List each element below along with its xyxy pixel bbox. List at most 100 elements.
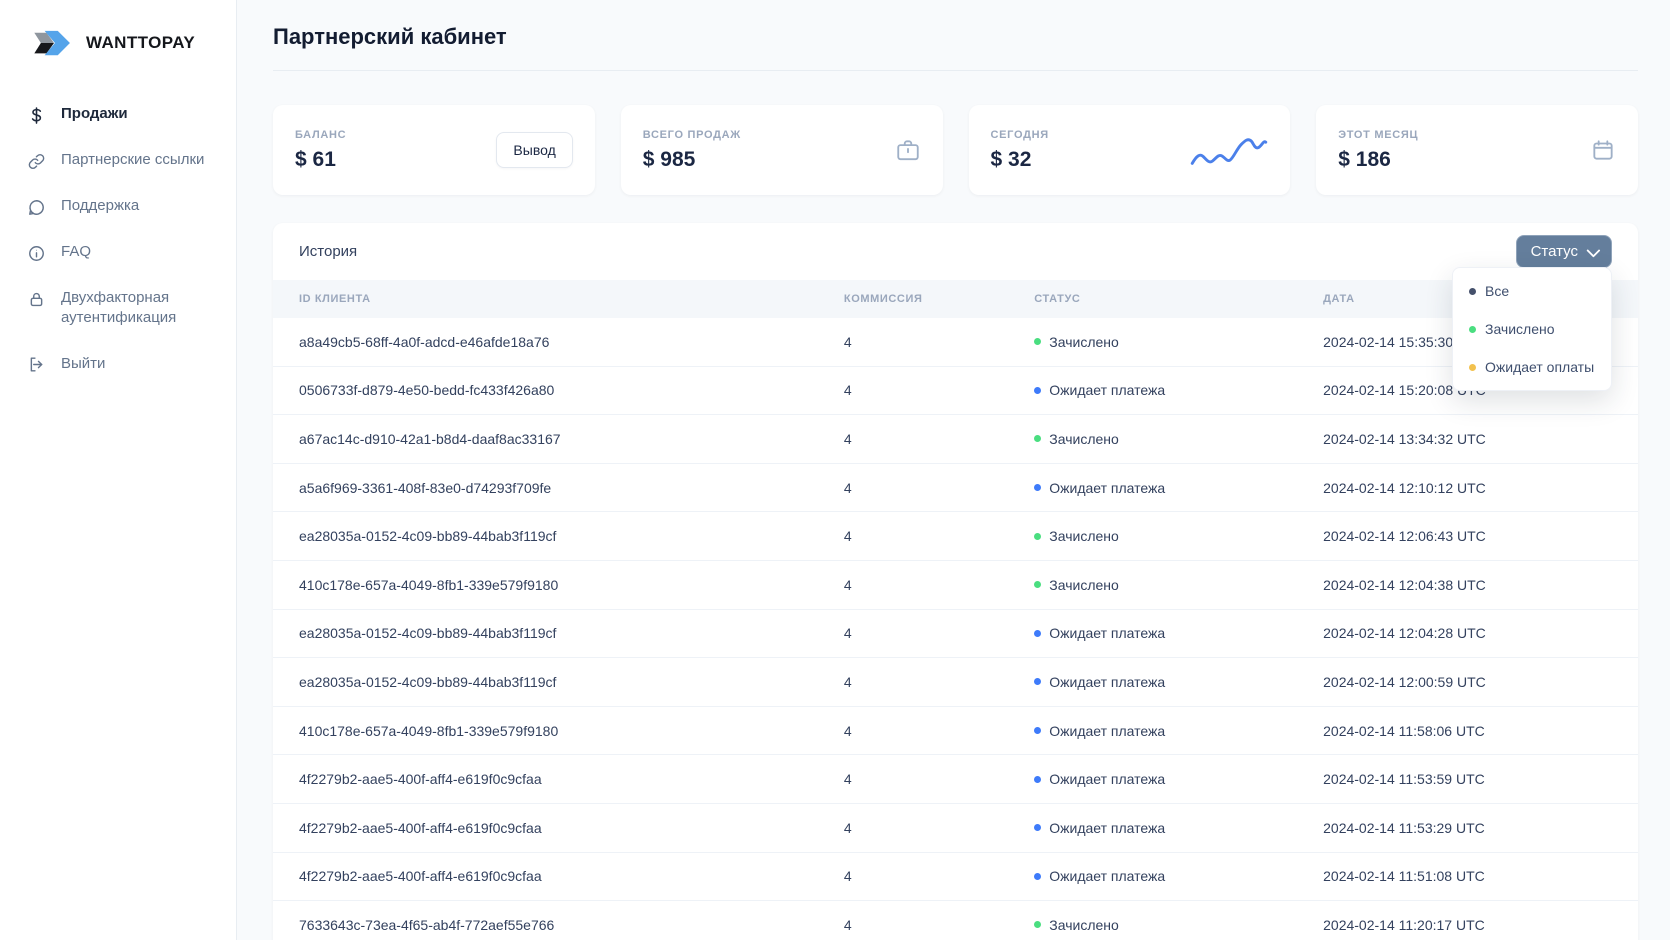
status-cell: Зачислено	[1034, 917, 1323, 933]
status-dot-icon	[1034, 387, 1041, 394]
today-card: СЕГОДНЯ $ 32	[969, 105, 1291, 195]
sidebar-item[interactable]: FAQ	[26, 242, 212, 263]
status-label: Ожидает платежа	[1049, 382, 1165, 398]
sidebar-item-label: Продажи	[61, 104, 128, 124]
status-label: Ожидает платежа	[1049, 771, 1165, 787]
brand-logo[interactable]: WANTTOPAY	[32, 28, 212, 58]
status-cell: Ожидает платежа	[1034, 625, 1323, 641]
table-row[interactable]: ea28035a-0152-4c09-bb89-44bab3f119cf 4 О…	[273, 658, 1638, 707]
lock-icon	[26, 289, 46, 309]
withdraw-button[interactable]: Вывод	[496, 132, 572, 168]
commission-cell: 4	[844, 723, 1034, 739]
dropdown-option[interactable]: Все	[1453, 272, 1611, 310]
wanttopay-logo-icon	[32, 28, 76, 58]
sidebar-item-label: Партнерские ссылки	[61, 150, 204, 170]
this-month-value: $ 186	[1338, 148, 1418, 172]
commission-cell: 4	[844, 480, 1034, 496]
status-label: Ожидает платежа	[1049, 625, 1165, 641]
commission-cell: 4	[844, 674, 1034, 690]
date-cell: 2024-02-14 12:06:43 UTC	[1323, 528, 1612, 544]
dropdown-option-label: Зачислено	[1485, 321, 1555, 337]
status-dot-icon	[1034, 824, 1041, 831]
sidebar-item[interactable]: Выйти	[26, 354, 212, 375]
stats-row: БАЛАНС $ 61 Вывод ВСЕГО ПРОДАЖ $ 985	[273, 105, 1638, 195]
dropdown-option[interactable]: Ожидает оплаты	[1453, 348, 1611, 386]
today-value: $ 32	[991, 148, 1049, 172]
history-card: История Статус Все Зачислено	[273, 223, 1638, 940]
chevron-down-icon	[1586, 243, 1600, 257]
dropdown-option[interactable]: Зачислено	[1453, 310, 1611, 348]
table-row[interactable]: 4f2279b2-aae5-400f-aff4-e619f0c9cfaa 4 О…	[273, 755, 1638, 804]
client-id-cell: 7633643c-73ea-4f65-ab4f-772aef55e766	[299, 917, 844, 933]
date-cell: 2024-02-14 12:00:59 UTC	[1323, 674, 1612, 690]
table-row[interactable]: ea28035a-0152-4c09-bb89-44bab3f119cf 4 З…	[273, 512, 1638, 561]
client-id-cell: ea28035a-0152-4c09-bb89-44bab3f119cf	[299, 674, 844, 690]
table-row[interactable]: 410c178e-657a-4049-8fb1-339e579f9180 4 О…	[273, 707, 1638, 756]
status-label: Зачислено	[1049, 917, 1119, 933]
status-cell: Зачислено	[1034, 577, 1323, 593]
client-id-cell: a8a49cb5-68ff-4a0f-adcd-e46afde18a76	[299, 334, 844, 350]
balance-value: $ 61	[295, 148, 346, 172]
client-id-cell: 410c178e-657a-4049-8fb1-339e579f9180	[299, 723, 844, 739]
date-cell: 2024-02-14 11:53:29 UTC	[1323, 820, 1612, 836]
status-label: Зачислено	[1049, 334, 1119, 350]
status-dot-icon	[1034, 581, 1041, 588]
option-dot-icon	[1469, 288, 1476, 295]
client-id-cell: a5a6f969-3361-408f-83e0-d74293f709fe	[299, 480, 844, 496]
link-icon	[26, 151, 46, 171]
sidebar-item-label: Двухфакторная аутентификация	[61, 288, 212, 329]
page-title: Партнерский кабинет	[273, 0, 1638, 70]
date-cell: 2024-02-14 12:04:38 UTC	[1323, 577, 1612, 593]
table-row[interactable]: ea28035a-0152-4c09-bb89-44bab3f119cf 4 О…	[273, 610, 1638, 659]
col-header-client-id: ID КЛИЕНТА	[299, 293, 844, 305]
sidebar: WANTTOPAY Продажи Партнерские ссылки Под…	[0, 0, 237, 940]
status-cell: Зачислено	[1034, 528, 1323, 544]
commission-cell: 4	[844, 577, 1034, 593]
app-root: WANTTOPAY Продажи Партнерские ссылки Под…	[0, 0, 1670, 940]
client-id-cell: 0506733f-d879-4e50-bedd-fc433f426a80	[299, 382, 844, 398]
commission-cell: 4	[844, 431, 1034, 447]
logout-icon	[26, 355, 46, 375]
dollar-icon	[26, 105, 46, 125]
date-cell: 2024-02-14 11:51:08 UTC	[1323, 868, 1612, 884]
table-header-row: ID КЛИЕНТА КОММИССИЯ СТАТУС ДАТА	[273, 280, 1638, 318]
table-row[interactable]: 7633643c-73ea-4f65-ab4f-772aef55e766 4 З…	[273, 901, 1638, 940]
table-row[interactable]: 4f2279b2-aae5-400f-aff4-e619f0c9cfaa 4 О…	[273, 853, 1638, 902]
status-filter-label: Статус	[1531, 243, 1578, 260]
this-month-card: ЭТОТ МЕСЯЦ $ 186	[1316, 105, 1638, 195]
status-label: Ожидает платежа	[1049, 820, 1165, 836]
status-dot-icon	[1034, 484, 1041, 491]
sidebar-item[interactable]: Партнерские ссылки	[26, 150, 212, 171]
commission-cell: 4	[844, 820, 1034, 836]
table-row[interactable]: a8a49cb5-68ff-4a0f-adcd-e46afde18a76 4 З…	[273, 318, 1638, 367]
status-label: Ожидает платежа	[1049, 674, 1165, 690]
date-cell: 2024-02-14 11:53:59 UTC	[1323, 771, 1612, 787]
option-dot-icon	[1469, 326, 1476, 333]
sidebar-item-label: FAQ	[61, 242, 91, 262]
option-dot-icon	[1469, 364, 1476, 371]
status-filter-button[interactable]: Статус	[1516, 235, 1612, 268]
sidebar-item[interactable]: Продажи	[26, 104, 212, 125]
sidebar-item[interactable]: Поддержка	[26, 196, 212, 217]
table-row[interactable]: 4f2279b2-aae5-400f-aff4-e619f0c9cfaa 4 О…	[273, 804, 1638, 853]
table-row[interactable]: a5a6f969-3361-408f-83e0-d74293f709fe 4 О…	[273, 464, 1638, 513]
commission-cell: 4	[844, 771, 1034, 787]
table-row[interactable]: 0506733f-d879-4e50-bedd-fc433f426a80 4 О…	[273, 367, 1638, 416]
this-month-label: ЭТОТ МЕСЯЦ	[1338, 129, 1418, 141]
dropdown-option-label: Все	[1485, 283, 1509, 299]
status-label: Зачислено	[1049, 528, 1119, 544]
sidebar-item-label: Поддержка	[61, 196, 139, 216]
status-cell: Ожидает платежа	[1034, 674, 1323, 690]
sidebar-item[interactable]: Двухфакторная аутентификация	[26, 288, 212, 329]
status-filter-dropdown: Все Зачислено Ожидает оплаты	[1452, 267, 1612, 391]
client-id-cell: 4f2279b2-aae5-400f-aff4-e619f0c9cfaa	[299, 868, 844, 884]
history-table-body: a8a49cb5-68ff-4a0f-adcd-e46afde18a76 4 З…	[273, 318, 1638, 940]
status-cell: Ожидает платежа	[1034, 820, 1323, 836]
history-header: История Статус	[273, 223, 1638, 280]
table-row[interactable]: a67ac14c-d910-42a1-b8d4-daaf8ac33167 4 З…	[273, 415, 1638, 464]
info-icon	[26, 243, 46, 263]
history-title: История	[299, 243, 357, 260]
table-row[interactable]: 410c178e-657a-4049-8fb1-339e579f9180 4 З…	[273, 561, 1638, 610]
status-cell: Зачислено	[1034, 334, 1323, 350]
status-dot-icon	[1034, 727, 1041, 734]
